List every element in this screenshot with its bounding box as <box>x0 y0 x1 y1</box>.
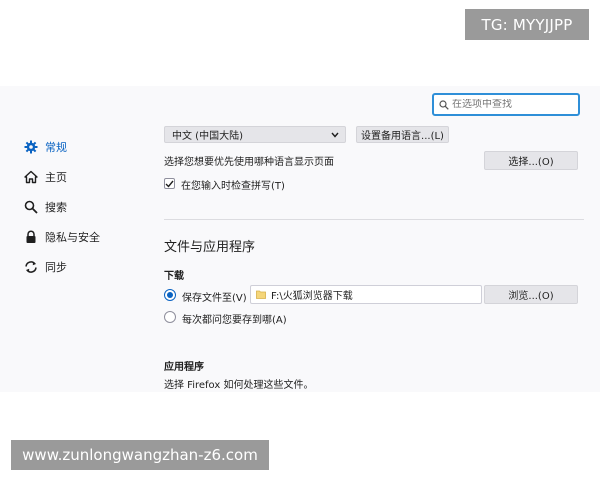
save-to-radio[interactable] <box>164 289 176 301</box>
sidebar-item-label: 常规 <box>45 141 67 154</box>
main-content: 中文 (中国大陆) 设置备用语言...(L) 选择您想要优先使用哪种语言显示页面… <box>164 86 584 392</box>
sidebar: 常规 主页 搜索 隐私与安全 同步 <box>24 132 100 282</box>
sidebar-item-label: 同步 <box>45 261 67 274</box>
language-select-value: 中文 (中国大陆) <box>172 131 243 142</box>
search-icon <box>24 200 38 214</box>
prefer-language-text: 选择您想要优先使用哪种语言显示页面 <box>164 157 334 168</box>
language-select[interactable]: 中文 (中国大陆) <box>164 126 346 143</box>
sidebar-item-sync[interactable]: 同步 <box>24 252 100 282</box>
download-path-value: F:\火狐浏览器下载 <box>271 291 353 302</box>
sidebar-item-home[interactable]: 主页 <box>24 162 100 192</box>
watermark-bottom: www.zunlongwangzhan-z6.com <box>11 440 269 470</box>
browse-button[interactable]: 浏览...(O) <box>484 285 578 304</box>
sidebar-item-general[interactable]: 常规 <box>24 132 100 162</box>
section-title-files-apps: 文件与应用程序 <box>164 240 256 255</box>
checkmark-icon <box>165 180 174 188</box>
gear-icon <box>24 140 38 154</box>
sidebar-item-label: 搜索 <box>45 201 67 214</box>
downloads-heading: 下载 <box>164 271 184 282</box>
sync-icon <box>24 260 38 274</box>
sidebar-item-label: 主页 <box>45 171 67 184</box>
alternate-languages-button[interactable]: 设置备用语言...(L) <box>356 126 449 143</box>
preferences-window: 常规 主页 搜索 <box>0 86 600 392</box>
chevron-down-icon <box>331 132 339 138</box>
sidebar-item-search[interactable]: 搜索 <box>24 192 100 222</box>
spellcheck-checkbox[interactable] <box>164 178 175 189</box>
folder-icon <box>256 290 266 299</box>
sidebar-item-label: 隐私与安全 <box>45 231 100 244</box>
applications-heading: 应用程序 <box>164 362 204 373</box>
watermark-top: TG: MYYJJPP <box>465 9 589 40</box>
ask-location-radio[interactable] <box>164 311 176 323</box>
lock-icon <box>24 230 38 244</box>
save-to-label[interactable]: 保存文件至(V) <box>182 289 247 304</box>
applications-description: 选择 Firefox 如何处理这些文件。 <box>164 380 314 391</box>
section-divider <box>164 219 584 220</box>
ask-location-label[interactable]: 每次都问您要存到哪(A) <box>182 311 287 326</box>
download-path-field: F:\火狐浏览器下载 <box>250 285 482 304</box>
home-icon <box>24 170 38 184</box>
spellcheck-label[interactable]: 在您输入时检查拼写(T) <box>181 177 285 192</box>
choose-language-button[interactable]: 选择...(O) <box>484 151 578 170</box>
sidebar-item-privacy[interactable]: 隐私与安全 <box>24 222 100 252</box>
